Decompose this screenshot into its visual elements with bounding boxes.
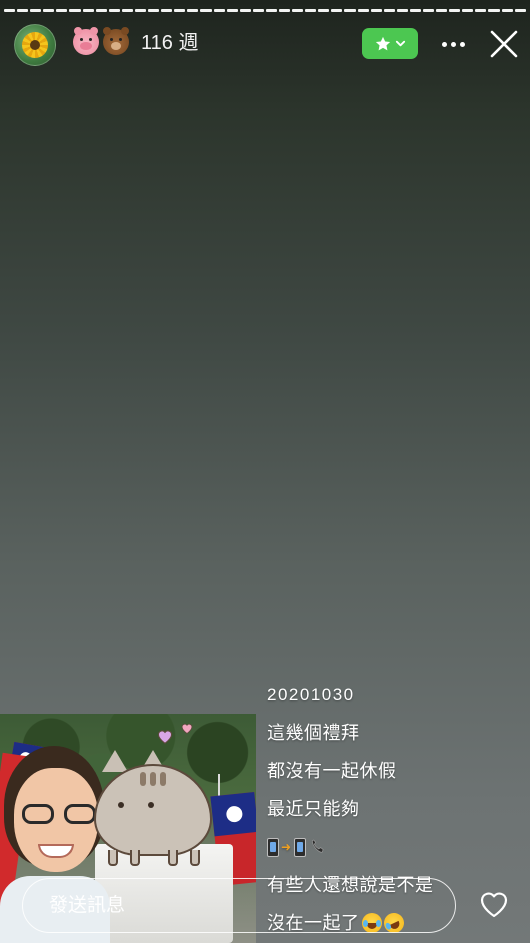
sunflower-icon — [22, 32, 48, 58]
progress-segment — [30, 9, 42, 12]
bear-face-icon — [103, 27, 129, 55]
progress-segment — [134, 9, 147, 12]
story-header: 116 週 — [0, 22, 530, 68]
heart-like-icon[interactable] — [478, 889, 510, 919]
progress-segment — [462, 9, 474, 12]
progress-segment — [252, 9, 264, 12]
progress-segment — [4, 9, 16, 12]
progress-segment — [239, 9, 251, 12]
favorite-button[interactable] — [362, 28, 418, 59]
progress-segment — [292, 9, 304, 12]
progress-segment — [174, 9, 186, 12]
progress-segment — [396, 9, 408, 12]
progress-segment — [344, 9, 356, 12]
mobile-phone-icon — [293, 837, 306, 857]
caption-line: 這幾個禮拜 — [267, 723, 360, 743]
heart-icon — [181, 723, 193, 734]
chevron-down-icon — [395, 40, 406, 47]
progress-segment — [436, 9, 448, 12]
more-dot-icon — [459, 41, 465, 47]
pusheen-cat-sticker — [94, 750, 218, 868]
arrow-right-icon: ➜ — [281, 839, 292, 854]
progress-segment — [148, 9, 160, 12]
heart-icon — [157, 730, 173, 744]
progress-segment — [265, 9, 277, 12]
mobile-phone-icon — [267, 837, 279, 857]
progress-segment — [331, 9, 343, 12]
telephone-handset-icon — [311, 839, 324, 853]
progress-segment — [226, 9, 238, 12]
caption-icons-line: ➜ — [267, 828, 517, 866]
caption-line: 最近只能夠 — [267, 799, 360, 819]
story-progress-bar — [4, 9, 526, 12]
more-dot-icon — [441, 41, 447, 47]
more-dot-icon — [450, 41, 456, 47]
profile-avatar[interactable] — [14, 24, 56, 66]
pig-face-icon — [73, 27, 99, 55]
progress-segment — [488, 9, 500, 12]
progress-segment — [305, 9, 317, 12]
star-icon — [375, 36, 391, 50]
progress-segment — [213, 9, 225, 12]
progress-segment — [43, 9, 55, 12]
progress-segment — [278, 9, 291, 12]
close-icon[interactable] — [489, 29, 519, 59]
progress-segment — [357, 9, 369, 12]
story-viewer: 116 週 20201030 這幾個禮拜 都沒有一起休假 最近只能夠 ➜ 有些人… — [0, 0, 530, 943]
progress-segment — [121, 9, 133, 12]
progress-segment — [423, 9, 435, 12]
progress-segment — [69, 9, 81, 12]
progress-segment — [409, 9, 421, 12]
more-options-button[interactable] — [437, 32, 469, 56]
progress-segment — [161, 9, 173, 12]
send-message-input[interactable] — [22, 878, 456, 933]
weeks-label: 116 週 — [141, 32, 199, 54]
progress-segment — [370, 9, 382, 12]
progress-segment — [17, 9, 29, 12]
progress-segment — [108, 9, 120, 12]
progress-segment — [200, 9, 212, 12]
progress-segment — [95, 9, 107, 12]
progress-segment — [56, 9, 68, 12]
caption-date: 20201030 — [267, 685, 355, 704]
progress-segment — [514, 9, 526, 12]
progress-segment — [82, 9, 94, 12]
progress-segment — [187, 9, 199, 12]
progress-segment — [475, 9, 487, 12]
caption-line: 都沒有一起休假 — [267, 761, 397, 781]
progress-segment — [449, 9, 461, 12]
progress-segment — [383, 9, 395, 12]
progress-segment — [318, 9, 330, 12]
progress-segment — [501, 9, 513, 12]
